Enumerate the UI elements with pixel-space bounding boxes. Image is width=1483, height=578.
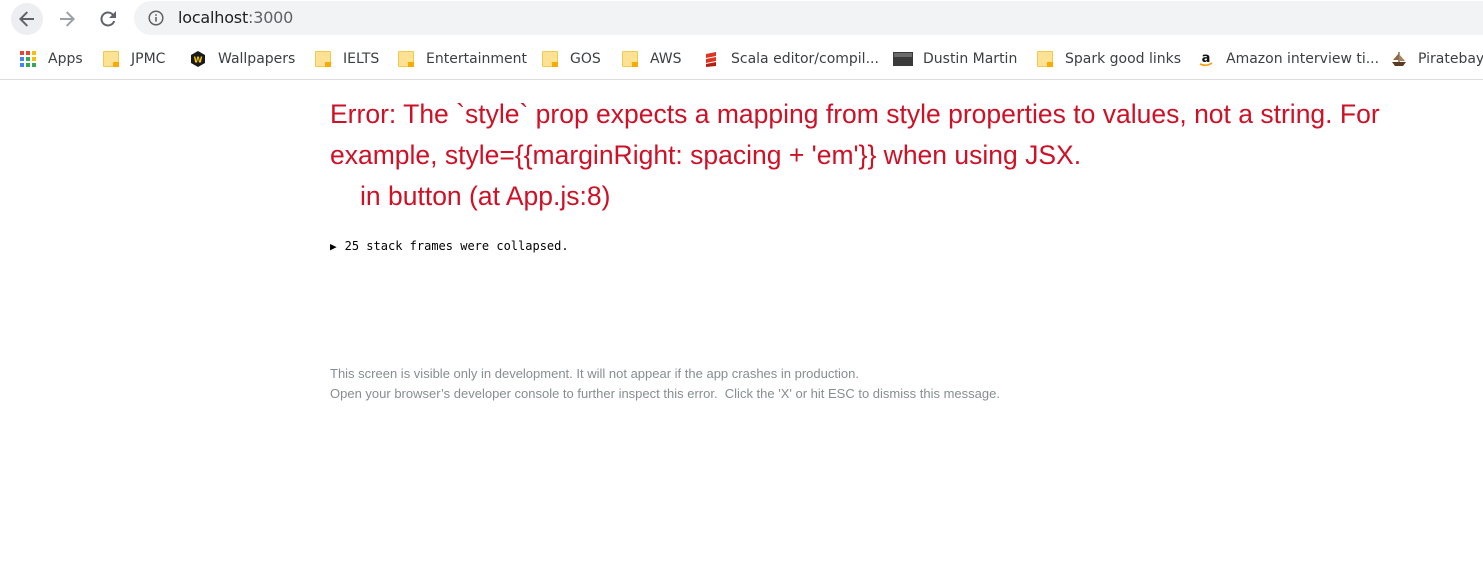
folder-icon	[542, 51, 558, 67]
bookmark-wallpapers[interactable]: W Wallpapers	[190, 48, 295, 70]
arrow-left-icon	[19, 11, 34, 27]
arrow-right-icon	[60, 11, 75, 27]
bookmark-label: AWS	[650, 51, 682, 67]
svg-text:W: W	[194, 56, 203, 65]
reload-icon	[100, 11, 116, 27]
bookmark-label: Dustin Martin	[923, 51, 1018, 67]
bookmark-amazon-interview[interactable]: a Amazon interview ti...	[1198, 48, 1379, 70]
bookmark-label: Amazon interview ti...	[1226, 51, 1380, 67]
folder-icon	[315, 51, 331, 67]
apps-grid-icon	[20, 51, 36, 67]
page-thumbnail-icon	[893, 52, 913, 66]
bookmark-piratebay[interactable]: Piratebay	[1390, 48, 1483, 70]
bookmark-label: Piratebay	[1418, 51, 1483, 67]
triangle-right-icon: ▶	[330, 239, 337, 253]
bookmark-label: Entertainment	[426, 51, 528, 67]
folder-icon	[398, 51, 414, 67]
address-bar[interactable]: localhost:3000	[134, 1, 1483, 35]
bookmark-gos[interactable]: GOS	[542, 48, 601, 70]
bookmark-label: Spark good links	[1065, 51, 1182, 67]
bookmark-ielts[interactable]: IELTS	[315, 48, 379, 70]
url-port: :3000	[248, 8, 294, 27]
dev-notice-line-1: This screen is visible only in developme…	[330, 366, 859, 381]
bookmark-entertainment[interactable]: Entertainment	[398, 48, 527, 70]
bookmark-aws[interactable]: AWS	[622, 48, 682, 70]
bookmark-label: IELTS	[343, 51, 380, 67]
bookmark-jpmc[interactable]: JPMC	[103, 48, 165, 70]
dev-notice: This screen is visible only in developme…	[330, 364, 1000, 404]
reload-button[interactable]	[92, 3, 124, 35]
url-host: localhost	[178, 8, 249, 27]
forward-button[interactable]	[51, 3, 83, 35]
dev-notice-line-2: Open your browser’s developer console to…	[330, 386, 1000, 401]
bookmark-label: GOS	[570, 51, 601, 67]
amazon-icon: a	[1199, 51, 1213, 67]
bookmark-label: Scala editor/compil...	[731, 51, 879, 67]
url-text[interactable]: localhost:3000	[178, 8, 293, 27]
collapsed-frames-text: 25 stack frames were collapsed.	[344, 239, 569, 253]
info-icon[interactable]	[148, 10, 164, 26]
folder-icon	[103, 51, 119, 67]
back-button[interactable]	[11, 3, 43, 35]
bookmark-spark-links[interactable]: Spark good links	[1037, 48, 1181, 70]
bookmark-label: Apps	[48, 51, 83, 67]
folder-icon	[622, 51, 638, 67]
bookmark-apps[interactable]: Apps	[20, 48, 83, 70]
error-location: in button (at App.js:8)	[360, 181, 611, 211]
wallpapers-site-icon: W	[191, 51, 205, 67]
browser-toolbar: localhost:3000	[0, 0, 1483, 38]
collapsed-stack-frames-toggle[interactable]: ▶ 25 stack frames were collapsed.	[330, 239, 569, 253]
scala-icon	[706, 52, 716, 67]
error-message: Error: The `style` prop expects a mappin…	[330, 99, 1380, 170]
bookmark-label: JPMC	[131, 51, 166, 67]
bookmark-dustin-martin[interactable]: Dustin Martin	[893, 48, 1017, 70]
piratebay-icon	[1392, 52, 1406, 66]
bookmark-scala-editor[interactable]: Scala editor/compil...	[703, 48, 879, 70]
folder-icon	[1037, 51, 1053, 67]
bookmark-label: Wallpapers	[218, 51, 296, 67]
bookmarks-bar: Apps JPMC W Wallpapers IELTS Entertainme…	[0, 38, 1483, 80]
